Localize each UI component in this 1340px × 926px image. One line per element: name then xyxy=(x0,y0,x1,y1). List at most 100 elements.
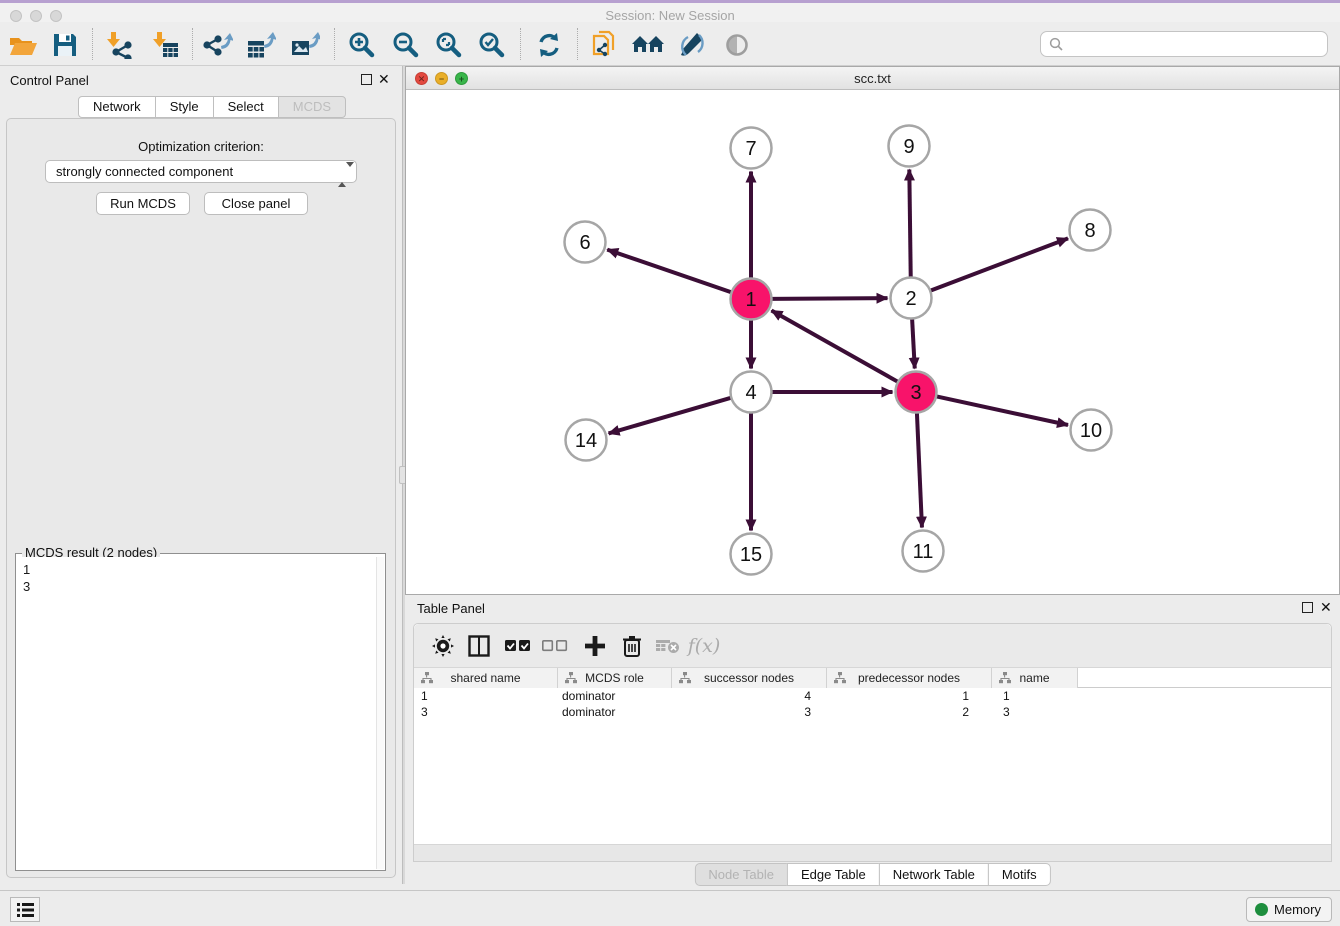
close-table-panel-icon[interactable]: ✕ xyxy=(1320,599,1332,615)
main-toolbar xyxy=(0,22,1340,66)
node-label-15: 15 xyxy=(740,544,762,566)
tab-style[interactable]: Style xyxy=(155,96,214,118)
toolbar-separator xyxy=(520,28,521,60)
edge-3-10[interactable] xyxy=(936,396,1068,425)
optimization-criterion-label: Optimization criterion: xyxy=(7,139,395,154)
select-all-icon[interactable] xyxy=(502,631,534,661)
edge-3-11[interactable] xyxy=(917,412,922,527)
node-4[interactable]: 4 xyxy=(731,372,772,413)
close-panel-icon[interactable]: ✕ xyxy=(378,71,390,87)
toolbar-separator xyxy=(192,28,193,60)
cell-predecessor-nodes[interactable]: 2 xyxy=(827,704,992,720)
edge-1-2[interactable] xyxy=(771,298,887,299)
network-canvas[interactable]: 7 9 6 8 1 2 4 3 14 10 15 11 xyxy=(406,90,1339,594)
cell-predecessor-nodes[interactable]: 1 xyxy=(827,688,992,704)
cell-shared-name[interactable]: 1 xyxy=(414,688,558,704)
cell-MCDS-role[interactable]: dominator xyxy=(558,688,672,704)
import-network-icon[interactable] xyxy=(103,30,137,60)
delete-table-icon[interactable] xyxy=(652,631,684,661)
column-header-shared-name[interactable]: shared name xyxy=(414,668,558,688)
cell-MCDS-role[interactable]: dominator xyxy=(558,704,672,720)
export-table-icon[interactable] xyxy=(244,30,278,60)
node-10[interactable]: 10 xyxy=(1071,410,1112,451)
node-11[interactable]: 11 xyxy=(903,531,944,572)
show-column-panel-icon[interactable] xyxy=(463,631,495,661)
memory-button[interactable]: Memory xyxy=(1246,897,1332,922)
search-box[interactable] xyxy=(1040,31,1328,57)
network-graph[interactable]: 7 9 6 8 1 2 4 3 14 10 15 11 xyxy=(406,90,1339,594)
task-history-button[interactable] xyxy=(10,897,40,922)
edge-2-8[interactable] xyxy=(930,238,1068,290)
control-panel-title: Control Panel xyxy=(10,73,89,88)
cell-successor-nodes[interactable]: 4 xyxy=(672,688,827,704)
refresh-layout-icon[interactable] xyxy=(532,30,566,60)
clone-network-icon[interactable] xyxy=(588,30,622,60)
search-input[interactable] xyxy=(1064,34,1327,54)
style-toggle-icon[interactable] xyxy=(675,30,709,60)
tab-node-table[interactable]: Node Table xyxy=(694,863,788,886)
cell-name[interactable]: 3 xyxy=(992,704,1078,720)
node-9[interactable]: 9 xyxy=(889,126,930,167)
zoom-selected-icon[interactable] xyxy=(475,30,509,60)
column-header-name[interactable]: name xyxy=(992,668,1078,688)
memory-label: Memory xyxy=(1274,902,1321,917)
cell-successor-nodes[interactable]: 3 xyxy=(672,704,827,720)
zoom-out-icon[interactable] xyxy=(389,30,423,60)
node-8[interactable]: 8 xyxy=(1070,210,1111,251)
float-table-panel-icon[interactable] xyxy=(1302,602,1313,613)
node-1[interactable]: 1 xyxy=(731,279,772,320)
run-mcds-button[interactable]: Run MCDS xyxy=(96,192,190,215)
tab-network[interactable]: Network xyxy=(78,96,156,118)
function-builder-icon[interactable]: f(x) xyxy=(688,631,720,661)
edge-4-14[interactable] xyxy=(609,398,732,434)
zoom-fit-icon[interactable] xyxy=(432,30,466,60)
table-row[interactable]: 3dominator323 xyxy=(414,704,1331,720)
node-6[interactable]: 6 xyxy=(565,222,606,263)
node-15[interactable]: 15 xyxy=(731,534,772,575)
table-settings-icon[interactable] xyxy=(427,631,459,661)
import-table-icon[interactable] xyxy=(148,30,182,60)
node-14[interactable]: 14 xyxy=(566,420,607,461)
edge-2-9[interactable] xyxy=(909,169,910,277)
float-panel-icon[interactable] xyxy=(361,74,372,85)
edge-2-3[interactable] xyxy=(912,318,915,368)
column-header-successor-nodes[interactable]: successor nodes xyxy=(672,668,827,688)
node-7[interactable]: 7 xyxy=(731,128,772,169)
network-window-titlebar[interactable]: ✕ − + scc.txt xyxy=(406,67,1339,90)
delete-rows-icon[interactable] xyxy=(616,631,648,661)
mcds-result-scrollbar[interactable] xyxy=(376,557,384,869)
open-session-icon[interactable] xyxy=(6,30,40,60)
node-label-7: 7 xyxy=(745,138,756,160)
table-row[interactable]: 1dominator411 xyxy=(414,688,1331,704)
search-icon xyxy=(1048,36,1064,52)
tab-network-table[interactable]: Network Table xyxy=(879,863,989,886)
toolbar-separator xyxy=(92,28,93,60)
status-bar: Memory xyxy=(0,890,1340,926)
column-header-MCDS-role[interactable]: MCDS role xyxy=(558,668,672,688)
zoom-in-icon[interactable] xyxy=(345,30,379,60)
export-image-icon[interactable] xyxy=(288,30,322,60)
node-label-11: 11 xyxy=(913,541,934,563)
first-neighbors-icon[interactable] xyxy=(631,30,665,60)
node-label-8: 8 xyxy=(1084,220,1095,242)
tab-edge-table[interactable]: Edge Table xyxy=(787,863,880,886)
save-session-icon[interactable] xyxy=(48,30,82,60)
cell-name[interactable]: 1 xyxy=(992,688,1078,704)
unselect-all-icon[interactable] xyxy=(539,631,571,661)
tab-mcds[interactable]: MCDS xyxy=(278,96,346,118)
export-network-icon[interactable] xyxy=(201,30,235,60)
cell-shared-name[interactable]: 3 xyxy=(414,704,558,720)
eye-view-icon[interactable] xyxy=(720,30,754,60)
edge-3-1[interactable] xyxy=(771,311,898,382)
tab-select[interactable]: Select xyxy=(213,96,279,118)
node-3[interactable]: 3 xyxy=(896,372,937,413)
tab-motifs[interactable]: Motifs xyxy=(988,863,1051,886)
mcds-result-text[interactable]: 1 3 xyxy=(17,557,376,869)
edge-1-6[interactable] xyxy=(607,250,731,293)
optimization-criterion-select[interactable]: strongly connected component xyxy=(45,160,357,183)
close-panel-button[interactable]: Close panel xyxy=(204,192,308,215)
select-stepper-icon xyxy=(338,164,350,180)
node-2[interactable]: 2 xyxy=(891,278,932,319)
column-header-predecessor-nodes[interactable]: predecessor nodes xyxy=(827,668,992,688)
add-row-icon[interactable] xyxy=(579,631,611,661)
